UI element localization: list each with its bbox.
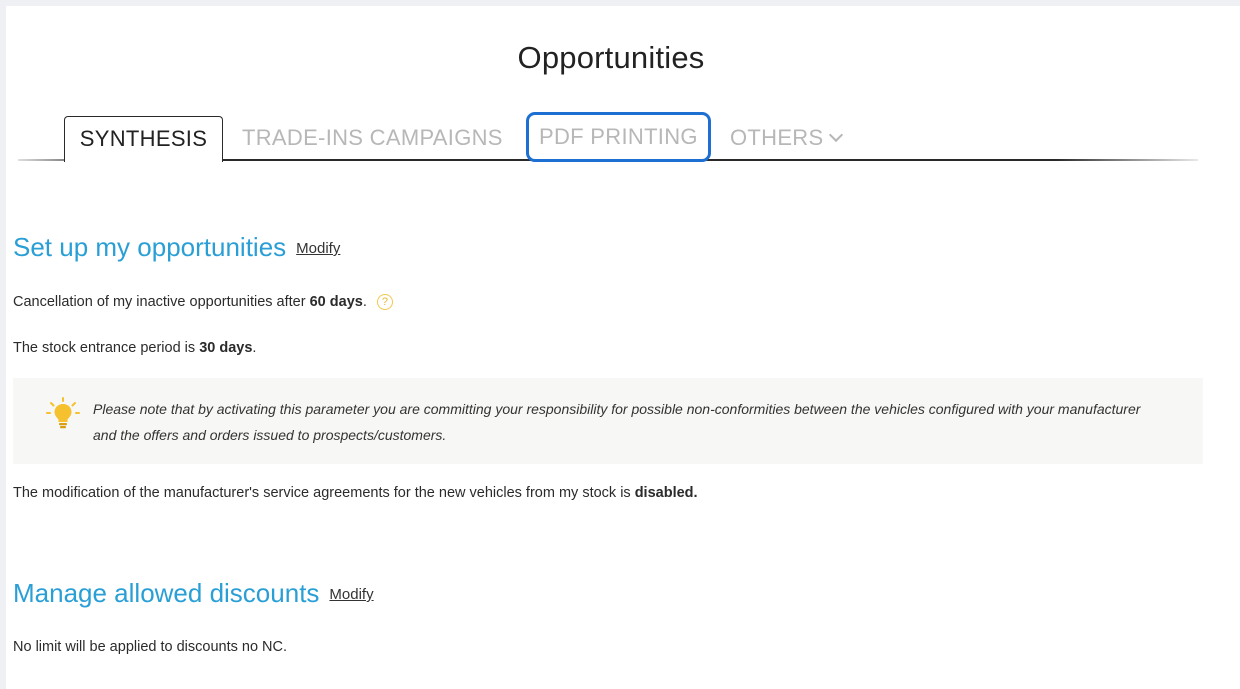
setup-title-text: Set up my opportunities [13, 232, 287, 262]
setup-section-title: Set up my opportunities Modify [13, 232, 340, 263]
setup-modify-link[interactable]: Modify [296, 240, 340, 257]
stock-suffix: . [252, 340, 257, 356]
stock-prefix: The stock entrance period is [13, 340, 196, 356]
tab-trade-ins-campaigns[interactable]: TRADE-INS CAMPAIGNS [242, 116, 503, 160]
modification-value: disabled. [634, 485, 698, 501]
cancellation-value: 60 days [309, 294, 363, 310]
stock-value: 30 days [199, 340, 253, 356]
tab-others-label: OTHERS [730, 125, 824, 150]
tab-pdf-printing[interactable]: PDF PRINTING [526, 112, 711, 162]
tab-synthesis[interactable]: SYNTHESIS [64, 116, 223, 162]
page-container: Opportunities SYNTHESIS TRADE-INS CAMPAI… [6, 6, 1240, 689]
modification-text: The modification of the manufacturer's s… [13, 485, 698, 501]
discounts-title-text: Manage allowed discounts [13, 578, 320, 608]
page-title: Opportunities [517, 40, 705, 75]
notice-text: Please note that by activating this para… [93, 401, 1141, 443]
help-icon[interactable]: ? [376, 294, 393, 310]
discounts-modify-link[interactable]: Modify [329, 586, 373, 603]
tab-others[interactable]: OTHERS [730, 116, 844, 160]
lightbulb-icon [46, 397, 80, 429]
discount-limit-text: No limit will be applied to discounts no… [13, 639, 288, 655]
cancellation-suffix: . [362, 294, 367, 310]
notice-box: Please note that by activating this para… [13, 378, 1203, 464]
discounts-section-title: Manage allowed discounts Modify [13, 578, 374, 609]
stock-period-text: The stock entrance period is 30 days. [13, 340, 256, 356]
chevron-down-icon [829, 127, 844, 143]
cancellation-text: Cancellation of my inactive opportunitie… [13, 294, 393, 311]
modification-prefix: The modification of the manufacturer's s… [13, 485, 631, 501]
cancellation-prefix: Cancellation of my inactive opportunitie… [13, 294, 306, 310]
